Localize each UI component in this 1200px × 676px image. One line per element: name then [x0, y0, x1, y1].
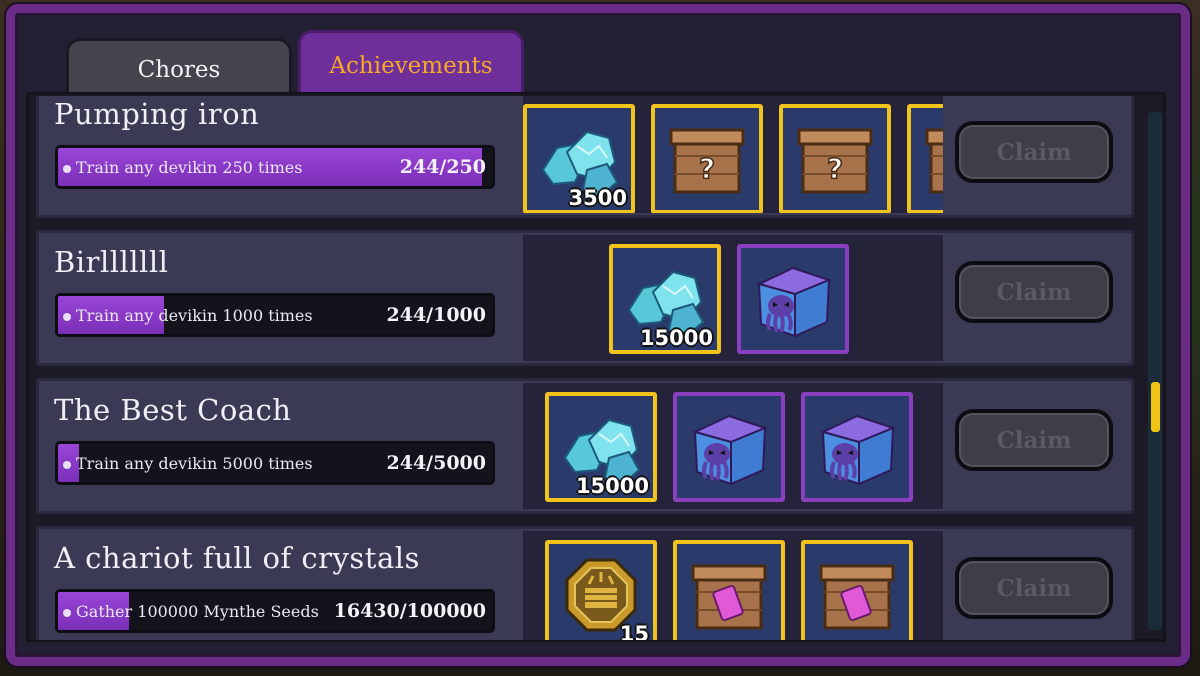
achievement-title: The Best Coach	[54, 393, 292, 427]
achievement-description: Train any devikin 250 times	[76, 158, 303, 177]
achievement-progress-count: 244/250	[399, 156, 486, 178]
achievement-progress-count: 244/1000	[386, 304, 486, 326]
reward-slot[interactable]	[801, 392, 913, 502]
reward-slot[interactable]	[737, 244, 849, 354]
svg-text:?: ?	[827, 152, 843, 185]
achievement-description: Train any devikin 5000 times	[76, 454, 313, 473]
tab-achievements-label: Achievements	[329, 52, 493, 79]
achievement-row: The Best Coach Train any devikin 5000 ti…	[36, 378, 1134, 514]
tab-chores-label: Chores	[137, 56, 221, 83]
octopus-box-icon	[815, 406, 899, 490]
scrollbar-thumb[interactable]	[1151, 382, 1160, 432]
reward-slot[interactable]: 3500	[523, 104, 635, 213]
bullet-icon	[63, 165, 71, 173]
rewards-strip: 15000	[523, 383, 943, 509]
ticket-crate-icon	[815, 554, 899, 638]
achievement-title: A chariot full of crystals	[54, 541, 420, 575]
achievement-progress-count: 244/5000	[386, 452, 486, 474]
reward-slot[interactable]: ?	[907, 104, 943, 213]
achievement-progress-count: 16430/100000	[333, 600, 486, 622]
reward-slot[interactable]	[673, 540, 785, 640]
bullet-icon	[63, 313, 71, 321]
claim-button[interactable]: Claim	[955, 409, 1113, 471]
mystery-crate-icon: ?	[921, 118, 943, 202]
bullet-icon	[63, 609, 71, 617]
ticket-crate-icon	[687, 554, 771, 638]
achievement-title: Birlllllll	[54, 245, 169, 279]
octopus-box-icon	[687, 406, 771, 490]
claim-button[interactable]: Claim	[955, 261, 1113, 323]
reward-slot[interactable]: 15000	[545, 392, 657, 502]
achievement-row: Birlllllll Train any devikin 1000 times …	[36, 230, 1134, 366]
achievement-progress-bar: Train any devikin 5000 times 244/5000	[55, 441, 495, 485]
achievement-row: Pumping iron Train any devikin 250 times…	[36, 96, 1134, 218]
scrollbar-track[interactable]	[1148, 112, 1162, 630]
rewards-strip: 3500 ? ? ?	[523, 96, 943, 213]
achievement-progress-bar: Train any devikin 1000 times 244/1000	[55, 293, 495, 337]
achievement-progress-bar: Gather 100000 Mynthe Seeds 16430/100000	[55, 589, 495, 633]
reward-slot[interactable]: 15000	[609, 244, 721, 354]
reward-count: 15000	[639, 326, 713, 350]
claim-button[interactable]: Claim	[955, 557, 1113, 619]
achievement-description: Gather 100000 Mynthe Seeds	[76, 602, 319, 621]
reward-slot[interactable]: ?	[651, 104, 763, 213]
achievement-title: Pumping iron	[54, 97, 260, 131]
svg-text:?: ?	[699, 152, 715, 185]
reward-slot[interactable]	[801, 540, 913, 640]
tab-chores[interactable]: Chores	[66, 38, 292, 98]
reward-slot[interactable]	[673, 392, 785, 502]
rewards-strip: 15000	[523, 235, 943, 361]
reward-slot[interactable]: 15	[545, 540, 657, 640]
bullet-icon	[63, 461, 71, 469]
rewards-strip: 15	[523, 531, 943, 640]
achievement-description: Train any devikin 1000 times	[76, 306, 313, 325]
claim-button[interactable]: Claim	[955, 121, 1113, 183]
reward-count: 15000	[575, 474, 649, 498]
achievement-progress-bar: Train any devikin 250 times 244/250	[55, 145, 495, 189]
mystery-crate-icon: ?	[665, 118, 749, 202]
reward-slot[interactable]: ?	[779, 104, 891, 213]
mystery-crate-icon: ?	[793, 118, 877, 202]
reward-count: 3500	[568, 186, 627, 210]
octopus-box-icon	[751, 258, 835, 342]
tab-achievements[interactable]: Achievements	[298, 30, 524, 98]
